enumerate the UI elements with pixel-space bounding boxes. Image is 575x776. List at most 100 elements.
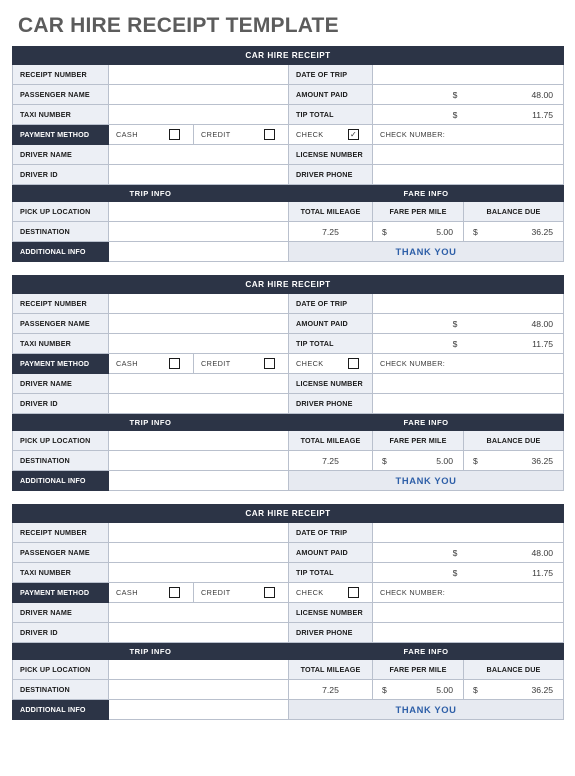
currency-symbol: $ [382,226,387,237]
check-checkbox[interactable]: ✓ [348,129,359,141]
field-pick-up-location[interactable] [108,430,289,452]
credit-checkbox[interactable] [264,129,275,141]
payment-option-check[interactable]: CHECK ✓ [288,124,373,146]
field-taxi-number[interactable] [108,333,289,355]
payment-option-cash[interactable]: CASH [108,582,194,604]
field-passenger-name[interactable] [108,542,289,564]
label-check-number[interactable]: CHECK NUMBER: [371,353,565,375]
field-amount-paid[interactable]: $ 48.00 [371,313,565,335]
payment-method-row: PAYMENT METHOD CASH CREDIT CHECK [12,582,565,604]
label-driver-name: DRIVER NAME [12,144,109,166]
field-receipt-number[interactable] [108,64,289,86]
column-header-total-mileage: TOTAL MILEAGE [288,201,373,223]
field-passenger-name[interactable] [108,84,289,106]
cash-label: CASH [116,588,138,598]
value-total-mileage[interactable]: 7.25 [288,221,373,243]
field-additional-info[interactable] [108,470,289,492]
field-license-number[interactable] [371,602,565,624]
payment-option-credit[interactable]: CREDIT [193,353,289,375]
credit-checkbox[interactable] [264,587,275,599]
credit-checkbox[interactable] [264,358,275,370]
label-amount-paid: AMOUNT PAID [288,84,373,106]
cash-label: CASH [116,130,138,140]
field-destination[interactable] [108,450,289,472]
fare-per-mile-value: 5.00 [436,684,453,695]
payment-option-check[interactable]: CHECK [288,582,373,604]
field-driver-id[interactable] [108,622,289,644]
column-header-balance-due: BALANCE DUE [462,430,565,452]
field-driver-id[interactable] [108,393,289,415]
field-tip-total[interactable]: $ 11.75 [371,333,565,355]
value-total-mileage[interactable]: 7.25 [288,450,373,472]
field-receipt-number[interactable] [108,522,289,544]
page-title: CAR HIRE RECEIPT TEMPLATE [18,14,339,37]
field-date-of-trip[interactable] [371,522,565,544]
payment-option-cash[interactable]: CASH [108,124,194,146]
table-row: RECEIPT NUMBER DATE OF TRIP [12,293,565,315]
label-amount-paid: AMOUNT PAID [288,313,373,335]
table-row: PICK UP LOCATION TOTAL MILEAGE FARE PER … [12,430,565,452]
check-checkbox[interactable] [348,587,359,599]
value-balance-due[interactable]: $ 36.25 [462,450,565,472]
field-amount-paid[interactable]: $ 48.00 [371,542,565,564]
label-check-number[interactable]: CHECK NUMBER: [371,582,565,604]
column-header-fare-per-mile: FARE PER MILE [372,430,464,452]
payment-option-cash[interactable]: CASH [108,353,194,375]
cash-checkbox[interactable] [169,587,180,599]
field-driver-name[interactable] [108,144,289,166]
table-row: PICK UP LOCATION TOTAL MILEAGE FARE PER … [12,659,565,681]
section-fare-info: FARE INFO [287,184,565,203]
field-additional-info[interactable] [108,241,289,263]
amount-paid-value: 48.00 [531,318,554,329]
payment-option-credit[interactable]: CREDIT [193,124,289,146]
field-additional-info[interactable] [108,699,289,721]
label-passenger-name: PASSENGER NAME [12,84,109,106]
receipt-table-1: CAR HIRE RECEIPT RECEIPT NUMBER DATE OF … [11,46,565,263]
field-pick-up-location[interactable] [108,659,289,681]
value-fare-per-mile[interactable]: $ 5.00 [372,450,464,472]
label-driver-phone: DRIVER PHONE [288,393,373,415]
label-license-number: LICENSE NUMBER [288,144,373,166]
field-receipt-number[interactable] [108,293,289,315]
field-taxi-number[interactable] [108,104,289,126]
cash-checkbox[interactable] [169,358,180,370]
field-driver-id[interactable] [108,164,289,186]
field-date-of-trip[interactable] [371,293,565,315]
field-pick-up-location[interactable] [108,201,289,223]
table-row: DESTINATION 7.25 $ 5.00 $ 36.25 [12,450,565,472]
currency-symbol: $ [452,547,458,558]
field-destination[interactable] [108,679,289,701]
field-passenger-name[interactable] [108,313,289,335]
currency-symbol: $ [452,89,458,100]
cash-checkbox[interactable] [169,129,180,141]
receipt-table-3: CAR HIRE RECEIPT RECEIPT NUMBER DATE OF … [11,504,565,721]
field-amount-paid[interactable]: $ 48.00 [371,84,565,106]
payment-option-credit[interactable]: CREDIT [193,582,289,604]
field-tip-total[interactable]: $ 11.75 [371,562,565,584]
field-license-number[interactable] [371,373,565,395]
value-fare-per-mile[interactable]: $ 5.00 [372,221,464,243]
field-destination[interactable] [108,221,289,243]
field-taxi-number[interactable] [108,562,289,584]
label-tip-total: TIP TOTAL [288,104,373,126]
label-additional-info: ADDITIONAL INFO [12,470,109,492]
check-label: CHECK [296,130,324,140]
label-pick-up-location: PICK UP LOCATION [12,659,109,681]
value-balance-due[interactable]: $ 36.25 [462,221,565,243]
payment-option-check[interactable]: CHECK [288,353,373,375]
check-checkbox[interactable] [348,358,359,370]
field-tip-total[interactable]: $ 11.75 [371,104,565,126]
field-license-number[interactable] [371,144,565,166]
value-total-mileage[interactable]: 7.25 [288,679,373,701]
label-check-number[interactable]: CHECK NUMBER: [371,124,565,146]
field-date-of-trip[interactable] [371,64,565,86]
field-driver-phone[interactable] [371,164,565,186]
table-row: DRIVER ID DRIVER PHONE [12,393,565,415]
value-fare-per-mile[interactable]: $ 5.00 [372,679,464,701]
field-driver-phone[interactable] [371,393,565,415]
value-balance-due[interactable]: $ 36.25 [462,679,565,701]
label-payment-method: PAYMENT METHOD [12,582,109,604]
field-driver-name[interactable] [108,602,289,624]
field-driver-name[interactable] [108,373,289,395]
field-driver-phone[interactable] [371,622,565,644]
